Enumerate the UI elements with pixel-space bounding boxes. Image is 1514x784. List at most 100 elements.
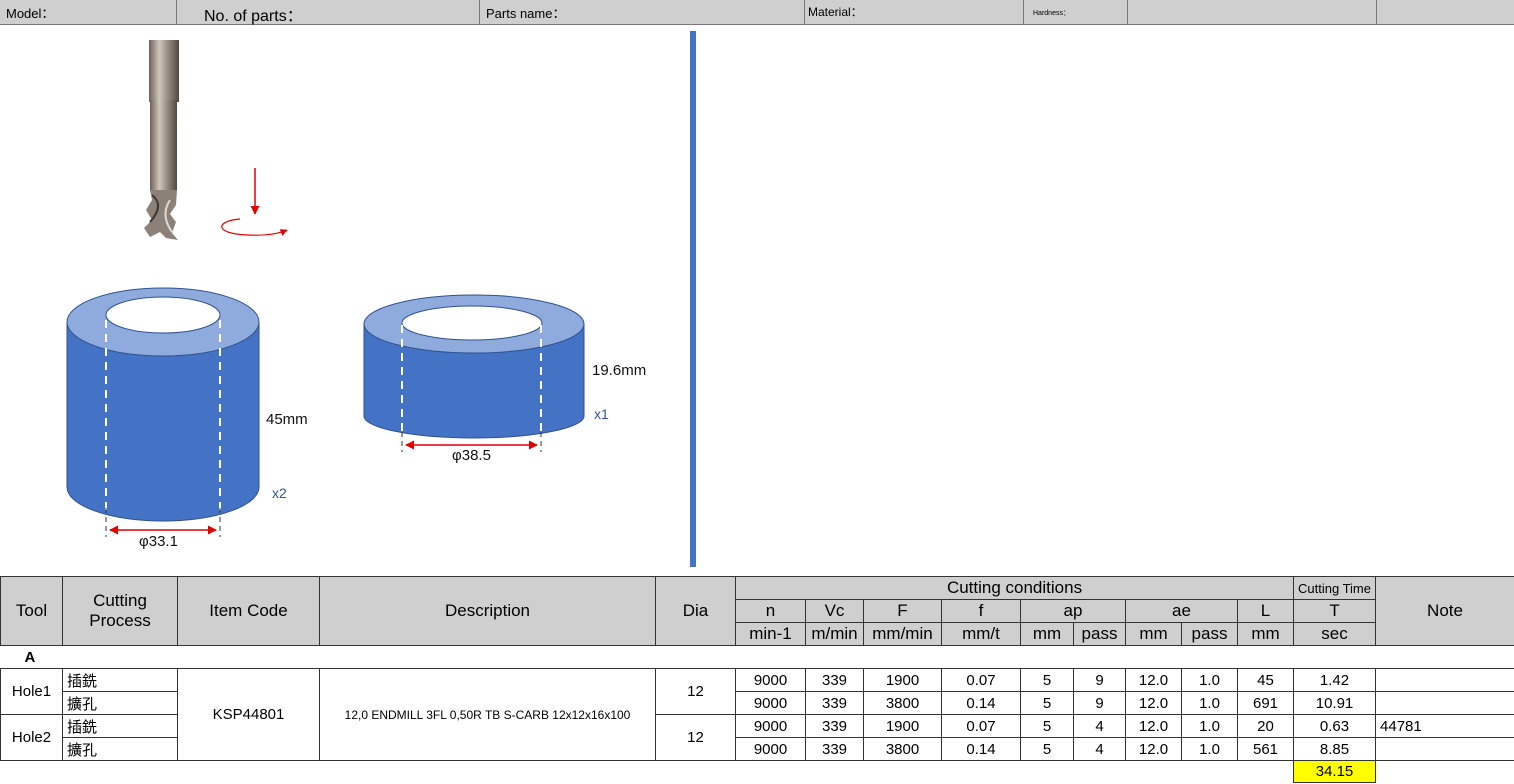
ae-pass-cell[interactable]: 1.0	[1181, 737, 1238, 761]
cylinder2-diameter-label: φ38.5	[452, 447, 491, 464]
vc-unit: m/min	[805, 622, 864, 646]
item-code-header: Item Code	[177, 576, 320, 646]
group-label: A	[0, 645, 1514, 669]
n-cell[interactable]: 9000	[735, 737, 806, 761]
f-header: f	[941, 599, 1021, 623]
note-cell[interactable]	[1375, 668, 1514, 692]
F-cell[interactable]: 3800	[863, 737, 942, 761]
n-cell[interactable]: 9000	[735, 714, 806, 738]
ap-cell[interactable]: 5	[1020, 714, 1074, 738]
T-cell[interactable]: 8.85	[1293, 737, 1377, 761]
L-cell[interactable]: 20	[1236, 714, 1295, 738]
hardness-value-cell[interactable]	[1128, 0, 1377, 24]
process-cell[interactable]: 插銑	[62, 668, 178, 692]
ae-pass-cell[interactable]: 1.0	[1181, 668, 1238, 692]
hardness-label: Hardness：	[1033, 10, 1070, 17]
f-cell[interactable]: 0.07	[941, 668, 1021, 692]
F-cell[interactable]: 1900	[863, 714, 942, 738]
material-label: Material：	[808, 5, 863, 19]
drawing-area: 45mm φ33.1 x2 19.6mm φ38.5 x1	[0, 25, 1514, 575]
drawing-canvas	[66, 31, 696, 567]
L-cell[interactable]: 45	[1236, 668, 1295, 692]
T-unit: sec	[1293, 622, 1377, 646]
vc-header: Vc	[805, 599, 864, 623]
ap-cell[interactable]: 5	[1020, 691, 1074, 715]
total-time-cell[interactable]: 34.15	[1293, 760, 1377, 783]
hole-name: Hole2	[0, 714, 63, 761]
extra-cell[interactable]	[1377, 0, 1514, 24]
L-cell[interactable]: 561	[1236, 737, 1295, 761]
f-unit: mm/t	[941, 622, 1021, 646]
T-cell[interactable]: 1.42	[1293, 668, 1377, 692]
F-cell[interactable]: 1900	[863, 668, 942, 692]
f-cell[interactable]: 0.14	[941, 737, 1021, 761]
f-cell[interactable]: 0.07	[941, 714, 1021, 738]
ae-pass-cell[interactable]: 1.0	[1181, 714, 1238, 738]
model-label: Model：	[6, 6, 55, 21]
ap-pass-cell[interactable]: 9	[1073, 668, 1126, 692]
vertical-divider	[690, 31, 696, 567]
vc-cell[interactable]: 339	[805, 691, 864, 715]
cylinder-part-2	[363, 294, 585, 452]
note-cell[interactable]	[1375, 737, 1514, 761]
T-cell[interactable]: 10.91	[1293, 691, 1377, 715]
process-cell[interactable]: 擴孔	[62, 737, 178, 761]
F-header: F	[863, 599, 942, 623]
T-header: T	[1293, 599, 1377, 623]
endmill-tool-icon	[144, 40, 179, 240]
cutting-time-header: Cutting Time	[1293, 576, 1377, 600]
cylinder2-qty-label: x1	[594, 406, 609, 422]
ap-pass-cell[interactable]: 9	[1073, 691, 1126, 715]
ap-cell[interactable]: 5	[1020, 668, 1074, 692]
model-cell[interactable]: Model：	[0, 0, 177, 24]
hardness-cell[interactable]: Hardness：	[1024, 0, 1128, 24]
dia-cell[interactable]: 12	[655, 714, 736, 761]
F-unit: mm/min	[863, 622, 942, 646]
note-cell[interactable]: 44781	[1375, 714, 1514, 738]
vc-cell[interactable]: 339	[805, 737, 864, 761]
ae-pass-cell[interactable]: 1.0	[1181, 691, 1238, 715]
note-cell[interactable]	[1375, 691, 1514, 715]
item-code-cell[interactable]: KSP44801	[177, 668, 320, 761]
cutting-process-header: Cutting Process	[62, 576, 178, 646]
ap-cell[interactable]: 5	[1020, 737, 1074, 761]
parts-name-cell[interactable]: Parts name：	[480, 0, 805, 24]
n-header: n	[735, 599, 806, 623]
table-row[interactable]: Hole1 插銑 KSP44801 12,0 ENDMILL 3FL 0,50R…	[0, 668, 1514, 761]
dia-cell[interactable]: 12	[655, 668, 736, 715]
ap-pass-cell[interactable]: 4	[1073, 714, 1126, 738]
n-unit: min-1	[735, 622, 806, 646]
tool-header: Tool	[0, 576, 63, 646]
n-cell[interactable]: 9000	[735, 691, 806, 715]
ap-pass-cell[interactable]: 4	[1073, 737, 1126, 761]
description-cell[interactable]: 12,0 ENDMILL 3FL 0,50R TB S-CARB 12x12x1…	[319, 668, 656, 761]
parts-count-label: No. of parts：	[204, 8, 303, 25]
T-cell[interactable]: 0.63	[1293, 714, 1377, 738]
cylinder-part-1	[66, 287, 260, 537]
material-cell[interactable]: Material：	[805, 0, 1024, 24]
ae-cell[interactable]: 12.0	[1125, 714, 1182, 738]
process-cell[interactable]: 插銑	[62, 714, 178, 738]
cylinder2-height-label: 19.6mm	[592, 362, 647, 379]
L-cell[interactable]: 691	[1236, 691, 1295, 715]
process-table: Tool Cutting Process Item Code Descripti…	[0, 576, 1514, 783]
parts-count-cell[interactable]: No. of parts：	[177, 0, 480, 25]
parts-name-label: Parts name：	[486, 6, 566, 21]
ae-header: ae	[1125, 599, 1238, 623]
n-cell[interactable]: 9000	[735, 668, 806, 692]
process-cell[interactable]: 擴孔	[62, 691, 178, 715]
description-header: Description	[319, 576, 656, 646]
ae-cell[interactable]: 12.0	[1125, 691, 1182, 715]
L-header: L	[1236, 599, 1295, 623]
ap-unit: mm	[1020, 622, 1074, 646]
ae-cell[interactable]: 12.0	[1125, 737, 1182, 761]
dia-header: Dia	[655, 576, 736, 646]
f-cell[interactable]: 0.14	[941, 691, 1021, 715]
F-cell[interactable]: 3800	[863, 691, 942, 715]
cylinder1-diameter-label: φ33.1	[139, 533, 178, 550]
vc-cell[interactable]: 339	[805, 714, 864, 738]
ae-pass-unit: pass	[1181, 622, 1238, 646]
rotation-arrow-icon	[221, 168, 288, 236]
ae-cell[interactable]: 12.0	[1125, 668, 1182, 692]
vc-cell[interactable]: 339	[805, 668, 864, 692]
